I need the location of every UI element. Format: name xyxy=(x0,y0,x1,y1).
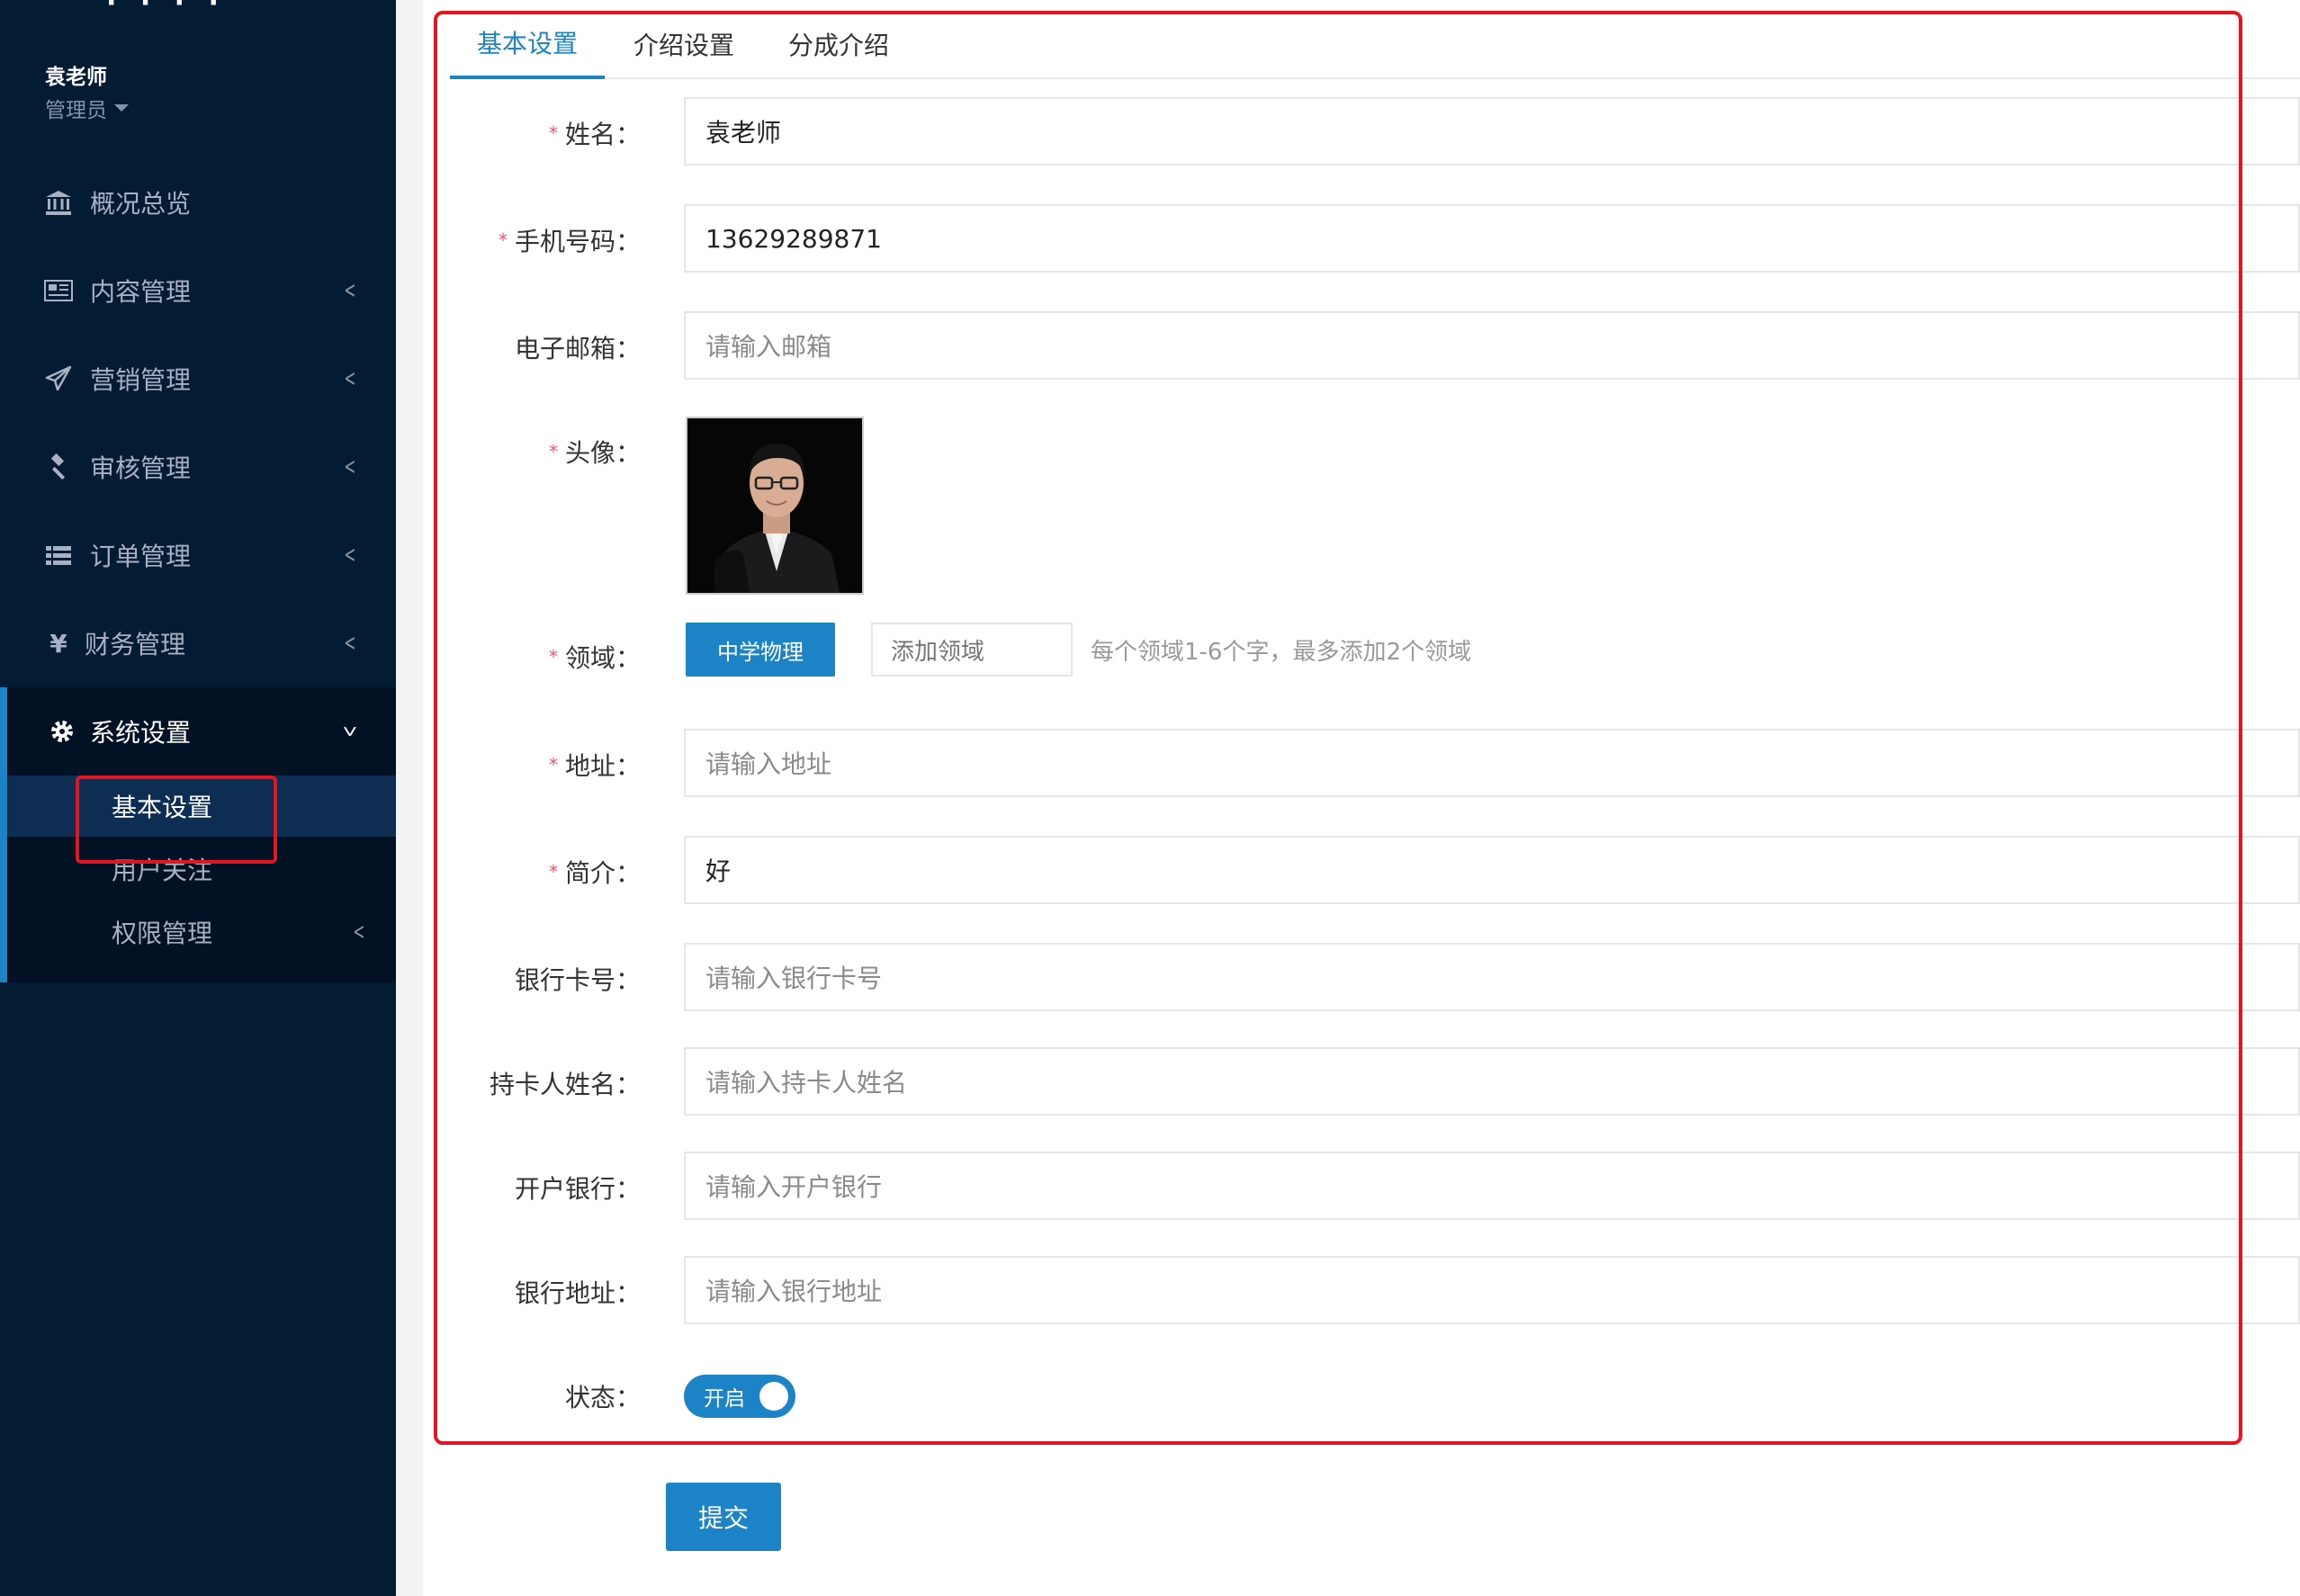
submit-button[interactable]: 提交 xyxy=(666,1483,781,1551)
chevron-left-icon: < xyxy=(344,365,356,392)
logo: · · · · xyxy=(106,0,226,19)
gavel-icon xyxy=(43,452,74,482)
highlight-box xyxy=(76,776,277,864)
sidebar-item-content[interactable]: 内容管理 < xyxy=(0,247,396,335)
caret-down-icon xyxy=(114,104,129,112)
sidebar-item-label: 概况总览 xyxy=(90,189,192,219)
chevron-left-icon: < xyxy=(344,542,356,569)
form-highlight-box xyxy=(434,11,2242,1445)
sidebar-item-label: 财务管理 xyxy=(85,630,186,659)
gear-icon xyxy=(47,716,77,747)
sidebar-item-label: 审核管理 xyxy=(90,453,192,483)
chevron-left-icon: < xyxy=(344,630,356,657)
chevron-left-icon: < xyxy=(344,453,356,480)
user-name: 袁老师 xyxy=(45,66,107,89)
chevron-down-icon: < xyxy=(337,725,364,738)
user-role-dropdown[interactable]: 管理员 xyxy=(45,93,129,123)
sidebar-item-label: 营销管理 xyxy=(90,365,192,395)
sidebar-subitem-label: 权限管理 xyxy=(112,919,213,948)
sidebar-item-system-settings[interactable]: 系统设置 < xyxy=(0,687,396,776)
bank-icon xyxy=(43,187,74,218)
newspaper-icon xyxy=(43,275,74,306)
sidebar-item-orders[interactable]: 订单管理 < xyxy=(0,511,396,599)
sidebar-item-finance[interactable]: ¥ 财务管理 < xyxy=(0,599,396,687)
yen-icon: ¥ xyxy=(49,628,67,659)
sidebar-item-label: 系统设置 xyxy=(90,718,192,748)
user-role-label: 管理员 xyxy=(45,99,107,122)
sidebar-item-overview[interactable]: 概况总览 xyxy=(0,158,396,247)
chevron-left-icon: < xyxy=(344,277,356,304)
sidebar-item-review[interactable]: 审核管理 < xyxy=(0,423,396,511)
sidebar-item-label: 内容管理 xyxy=(90,277,192,307)
paper-plane-icon xyxy=(43,363,74,394)
sidebar-item-marketing[interactable]: 营销管理 < xyxy=(0,335,396,423)
list-icon xyxy=(43,540,74,570)
sidebar-subitem-permissions[interactable]: 权限管理 < xyxy=(0,901,396,963)
sidebar-item-label: 订单管理 xyxy=(90,542,192,571)
active-indicator xyxy=(0,687,7,982)
chevron-left-icon: < xyxy=(353,919,365,946)
